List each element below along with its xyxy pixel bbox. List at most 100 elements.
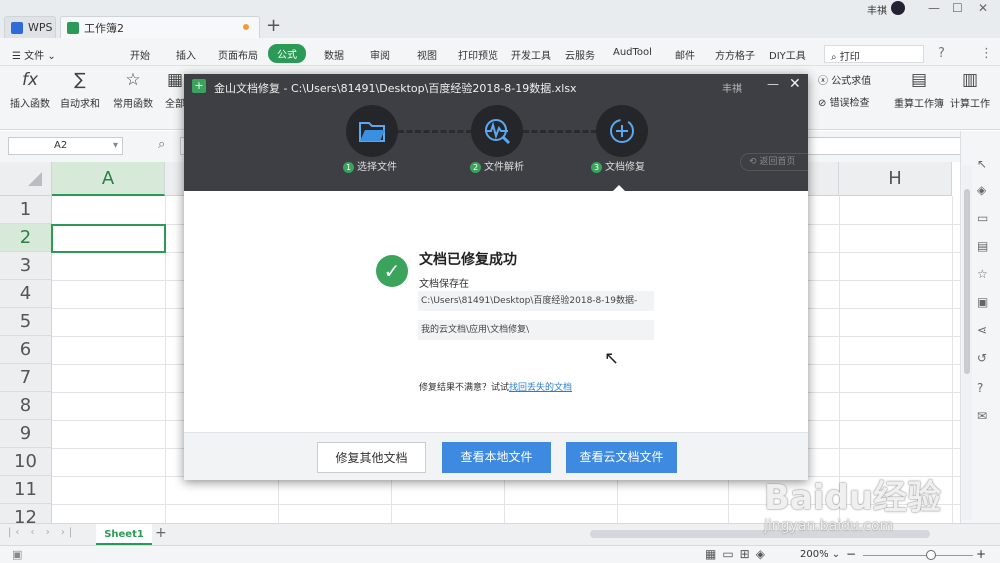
backup-icon[interactable]: ▣ — [977, 295, 988, 309]
dialog-title: 金山文档修复 - C:\Users\81491\Desktop\百度经验2018… — [214, 82, 577, 95]
row-header-5[interactable]: 5 — [0, 308, 52, 336]
menu-item-insert[interactable]: 插入 — [176, 47, 196, 62]
dialog-minimize-button[interactable]: — — [767, 77, 779, 91]
wps-home-tab[interactable]: WPS — [4, 16, 56, 38]
row-header-11[interactable]: 11 — [0, 476, 52, 504]
dialog-footer: 修复其他文档 查看本地文件 查看云文档文件 — [184, 432, 808, 480]
row-header-10[interactable]: 10 — [0, 448, 52, 476]
row-header-6[interactable]: 6 — [0, 336, 52, 364]
wps-logo-icon — [11, 21, 23, 34]
view-cloud-file-button[interactable]: 查看云文档文件 — [566, 442, 677, 473]
step-connector — [398, 130, 472, 133]
autosum-button[interactable]: ∑ 自动求和 — [60, 70, 100, 110]
sheet-tab-sheet1[interactable]: Sheet1 — [96, 524, 152, 545]
help-icon[interactable]: ? — [938, 46, 945, 61]
row-header-7[interactable]: 7 — [0, 364, 52, 392]
row-header-3[interactable]: 3 — [0, 252, 52, 280]
watermark-url: jingyan.baidu.com — [764, 518, 894, 534]
column-header-h[interactable]: H — [839, 162, 952, 196]
row-header-1[interactable]: 1 — [0, 196, 52, 224]
recover-lost-docs-link[interactable]: 找回丢失的文档 — [509, 383, 572, 393]
all-functions-button[interactable]: ▦ 全部 — [165, 70, 185, 110]
step-pointer — [612, 185, 626, 192]
repair-other-button[interactable]: 修复其他文档 — [317, 442, 426, 473]
zoom-slider-knob[interactable] — [926, 550, 936, 560]
new-tab-button[interactable]: + — [266, 15, 281, 36]
row-header-4[interactable]: 4 — [0, 280, 52, 308]
avatar[interactable] — [891, 1, 905, 15]
menu-item-formulas[interactable]: 公式 — [268, 44, 306, 63]
menu-item-view[interactable]: 视图 — [417, 47, 437, 62]
back-home-button[interactable]: ⟲ 返回首页 — [740, 153, 808, 171]
minimize-button[interactable]: — — [928, 1, 940, 15]
star-function-icon: ☆ — [125, 70, 141, 90]
unsaved-dot-icon — [243, 24, 249, 30]
name-box[interactable]: A2 ▾ — [8, 137, 123, 155]
shapes-icon[interactable]: ◈ — [977, 183, 986, 197]
repair-icon — [596, 105, 648, 157]
style-icon[interactable]: ▤ — [977, 239, 988, 253]
row-header-2[interactable]: 2 — [0, 224, 52, 252]
formula-eval-button[interactable]: ⓧ 公式求值 — [818, 72, 871, 87]
dialog-close-button[interactable]: ✕ — [789, 76, 801, 92]
view-local-file-button[interactable]: 查看本地文件 — [442, 442, 551, 473]
menu-item-fangfang[interactable]: 方方格子 — [715, 47, 755, 62]
menu-item-home[interactable]: 开始 — [130, 47, 150, 62]
user-name[interactable]: 丰祺 — [867, 2, 887, 17]
cloud-path-field[interactable]: 我的云文档\应用\文档修复\ — [418, 320, 654, 340]
menu-item-cloud[interactable]: 云服务 — [565, 47, 595, 62]
recalc-workbook-button[interactable]: ▤ 重算工作簿 — [894, 70, 944, 110]
row-header-12[interactable]: 12 — [0, 504, 52, 523]
properties-icon[interactable]: ▭ — [977, 211, 988, 225]
success-title: 文档已修复成功 — [419, 252, 517, 268]
file-menu[interactable]: ☰ 文件 ⌄ — [12, 47, 56, 62]
menu-item-print-preview[interactable]: 打印预览 — [458, 47, 498, 62]
select-all-corner[interactable] — [0, 162, 52, 196]
zoom-in-button[interactable]: + — [976, 547, 986, 561]
success-check-icon: ✓ — [376, 255, 408, 287]
row-header-8[interactable]: 8 — [0, 392, 52, 420]
menu-item-data[interactable]: 数据 — [324, 47, 344, 62]
more-icon[interactable]: ⋮ — [980, 46, 993, 61]
workbook-tab[interactable]: 工作簿2 — [60, 16, 260, 38]
insert-function-button[interactable]: fx 插入函数 — [10, 70, 50, 110]
menu-item-page-layout[interactable]: 页面布局 — [218, 47, 258, 62]
column-header-a[interactable]: A — [52, 162, 165, 196]
row-header-9[interactable]: 9 — [0, 420, 52, 448]
saved-in-label: 文档保存在 — [419, 279, 469, 290]
spreadsheet-icon — [67, 21, 79, 34]
selected-cell-a2[interactable] — [51, 224, 166, 253]
error-check-button[interactable]: ⊘ 错误检查 — [818, 94, 870, 109]
share-icon[interactable]: ⋖ — [977, 323, 987, 337]
menu-item-diy-tools[interactable]: DIY工具 — [769, 47, 806, 62]
title-bar: WPS 工作簿2 + 丰祺 — ☐ ✕ — [0, 0, 1000, 38]
analyze-icon — [471, 105, 523, 157]
view-mode-icons[interactable]: ▦▭⊞◈ — [705, 547, 771, 561]
maximize-button[interactable]: ☐ — [952, 1, 963, 15]
vertical-scrollbar[interactable] — [962, 165, 972, 520]
menu-item-mail[interactable]: 邮件 — [675, 47, 695, 62]
menu-item-developer[interactable]: 开发工具 — [511, 47, 551, 62]
repair-app-icon: + — [192, 79, 206, 93]
dialog-header: + 金山文档修复 - C:\Users\81491\Desktop\百度经验20… — [184, 74, 808, 192]
zoom-level[interactable]: 200% ⌄ — [800, 549, 840, 560]
macro-icon[interactable]: ▣ — [12, 548, 22, 561]
close-button[interactable]: ✕ — [978, 1, 988, 15]
zoom-slider-track[interactable] — [863, 555, 973, 556]
help-circle-icon[interactable]: ? — [977, 381, 983, 395]
feedback-icon[interactable]: ✉ — [977, 409, 987, 423]
menu-item-audtool[interactable]: AudTool — [613, 47, 652, 58]
calc-sheet-button[interactable]: ▥ 计算工作 — [950, 70, 990, 110]
sheet-nav-arrows-icon[interactable]: |‹ ‹ › ›| — [8, 527, 76, 538]
zoom-formula-icon[interactable]: ⌕ — [158, 137, 165, 152]
common-functions-button[interactable]: ☆ 常用函数 — [113, 70, 153, 110]
star-icon[interactable]: ☆ — [977, 267, 988, 281]
step-connector — [523, 130, 597, 133]
menu-item-review[interactable]: 审阅 — [370, 47, 390, 62]
history-icon[interactable]: ↺ — [977, 351, 987, 365]
add-sheet-button[interactable]: + — [155, 525, 167, 541]
search-input[interactable]: ⌕ 打印 — [824, 45, 924, 63]
cursor-tool-icon[interactable]: ↖ — [977, 157, 987, 171]
scroll-thumb[interactable] — [964, 189, 970, 374]
local-path-field[interactable]: C:\Users\81491\Desktop\百度经验2018-8-19数据- — [418, 291, 654, 311]
